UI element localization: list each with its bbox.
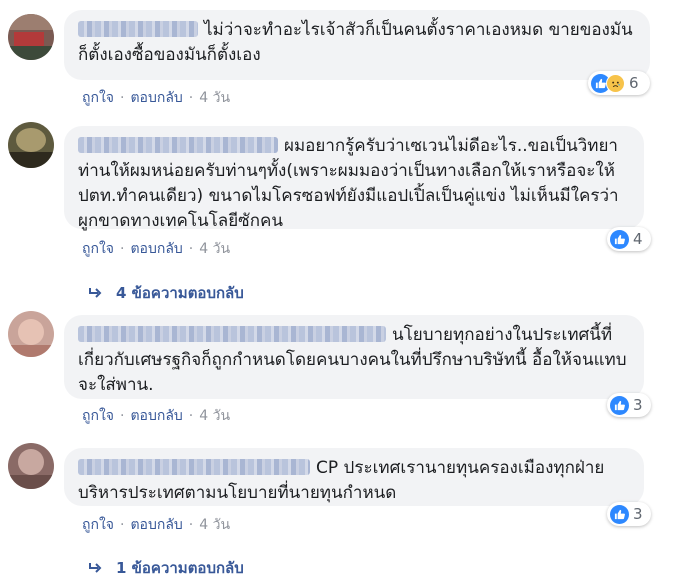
- separator: ·: [120, 517, 125, 533]
- avatar[interactable]: [8, 14, 54, 60]
- separator: ·: [120, 241, 125, 257]
- reaction-count: 4: [633, 230, 643, 248]
- like-link[interactable]: ถูกใจ: [82, 408, 114, 424]
- replies-label: 1 ข้อความตอบกลับ: [116, 559, 244, 577]
- reactions-summary[interactable]: 6: [588, 71, 650, 95]
- reaction-count: 3: [633, 505, 643, 523]
- view-replies-link[interactable]: 1 ข้อความตอบกลับ: [88, 556, 244, 580]
- author-name-blurred[interactable]: [78, 326, 386, 342]
- like-link[interactable]: ถูกใจ: [82, 241, 114, 257]
- separator: ·: [188, 408, 194, 424]
- reaction-count: 6: [629, 74, 639, 92]
- author-name-blurred[interactable]: [78, 137, 278, 153]
- separator: ·: [120, 408, 125, 424]
- comment-actions: ถูกใจ · ตอบกลับ · 4 วัน: [82, 516, 230, 534]
- comment-bubble: ไม่ว่าจะทำอะไรเจ้าสัวก็เป็นคนตั้งราคาเอง…: [64, 10, 650, 80]
- reactions-summary[interactable]: 3: [607, 393, 651, 417]
- separator: ·: [188, 90, 194, 106]
- reply-link[interactable]: ตอบกลับ: [130, 241, 182, 257]
- timestamp[interactable]: 4 วัน: [199, 90, 230, 106]
- separator: ·: [188, 241, 194, 257]
- reply-arrow-icon: [89, 288, 102, 298]
- timestamp[interactable]: 4 วัน: [199, 241, 230, 257]
- avatar[interactable]: [8, 443, 54, 489]
- comment-actions: ถูกใจ · ตอบกลับ · 4 วัน: [82, 407, 230, 425]
- reactions-summary[interactable]: 3: [607, 502, 651, 526]
- comment-bubble: นโยบายทุกอย่างในประเทศนี้ที่เกี่ยวกับเศษ…: [64, 315, 644, 399]
- separator: ·: [120, 90, 125, 106]
- timestamp[interactable]: 4 วัน: [199, 408, 230, 424]
- author-name-blurred[interactable]: [78, 459, 310, 475]
- comment-bubble: CP ประเทศเรานายทุนครองเมืองทุกฝ่ายบริหาร…: [64, 448, 644, 506]
- sad-icon: [606, 73, 625, 93]
- separator: ·: [188, 517, 194, 533]
- view-replies-link[interactable]: 4 ข้อความตอบกลับ: [88, 281, 244, 305]
- reaction-count: 3: [633, 396, 643, 414]
- like-icon: [610, 229, 629, 249]
- author-name-blurred[interactable]: [78, 21, 198, 37]
- reply-link[interactable]: ตอบกลับ: [130, 517, 182, 533]
- like-link[interactable]: ถูกใจ: [82, 517, 114, 533]
- comment-bubble: ผมอยากรู้ครับว่าเซเวนไม่ดีอะไร..ขอเป็นวิ…: [64, 126, 644, 231]
- avatar[interactable]: [8, 311, 54, 357]
- like-icon: [610, 504, 629, 524]
- timestamp[interactable]: 4 วัน: [199, 517, 230, 533]
- reply-arrow-icon: [89, 563, 102, 573]
- reply-link[interactable]: ตอบกลับ: [130, 408, 182, 424]
- replies-label: 4 ข้อความตอบกลับ: [116, 284, 244, 302]
- like-icon: [610, 395, 629, 415]
- avatar[interactable]: [8, 122, 54, 168]
- reply-link[interactable]: ตอบกลับ: [130, 90, 182, 106]
- reactions-summary[interactable]: 4: [607, 227, 651, 251]
- comment-actions: ถูกใจ · ตอบกลับ · 4 วัน: [82, 89, 230, 107]
- like-link[interactable]: ถูกใจ: [82, 90, 114, 106]
- comment-actions: ถูกใจ · ตอบกลับ · 4 วัน: [82, 240, 230, 258]
